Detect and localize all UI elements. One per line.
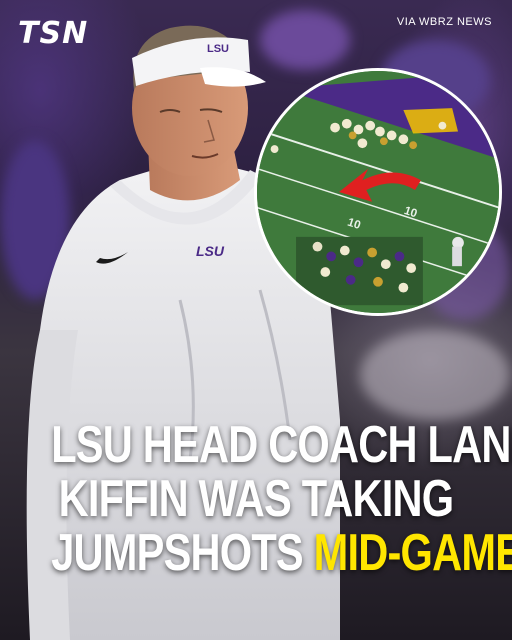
- field-scene: 10 10: [257, 71, 499, 313]
- headline-line-3-plain: JUMPSHOTS: [51, 524, 314, 582]
- tsn-logo: TSN: [18, 16, 89, 51]
- graphic: LSU LSU TSN VIA WBRZ NEWS 10 10 LSU HEAD…: [0, 0, 512, 640]
- headline: LSU HEAD COACH LANE KIFFIN WAS TAKING JU…: [51, 416, 512, 582]
- headline-line-1: LSU HEAD COACH LANE: [51, 416, 512, 474]
- visor-brim: [200, 67, 266, 87]
- photo-credit: VIA WBRZ NEWS: [396, 16, 492, 28]
- headline-highlight: MID-GAME: [313, 524, 512, 582]
- headline-line-2: KIFFIN WAS TAKING: [58, 470, 454, 528]
- headline-line-3: JUMPSHOTS MID-GAME: [51, 524, 512, 582]
- field-inset: 10 10: [254, 68, 502, 316]
- shirt-logo: LSU: [196, 243, 225, 259]
- visor-logo: LSU: [207, 43, 229, 55]
